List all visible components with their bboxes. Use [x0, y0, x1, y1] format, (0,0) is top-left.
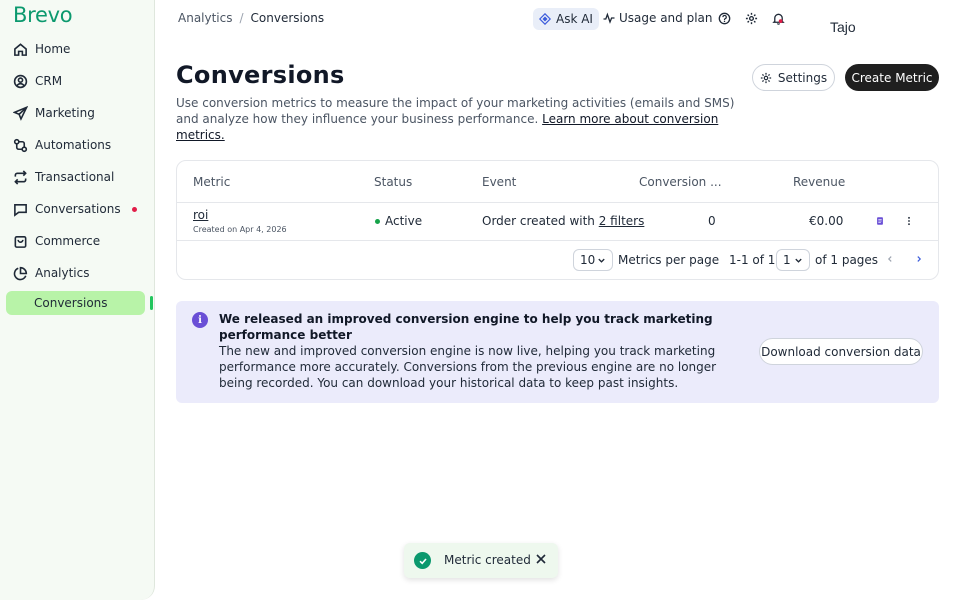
- chevron-down-icon: [598, 258, 605, 263]
- status-dot: [375, 219, 380, 224]
- check-circle-icon: [414, 552, 431, 569]
- home-icon: [12, 41, 28, 57]
- active-indicator: [150, 296, 153, 310]
- help-icon[interactable]: [717, 11, 731, 25]
- page-title: Conversions: [176, 61, 345, 89]
- more-options-icon[interactable]: [903, 215, 915, 227]
- metric-name-link[interactable]: roi: [193, 208, 208, 222]
- pages-label: of 1 pages: [815, 253, 879, 267]
- column-header-revenue[interactable]: Revenue: [793, 175, 845, 189]
- chevron-right-icon[interactable]: [913, 253, 925, 265]
- close-icon[interactable]: [534, 552, 548, 566]
- sidebar-item-label: Commerce: [35, 234, 101, 248]
- bell-icon[interactable]: [771, 11, 785, 25]
- sidebar-item-label: CRM: [35, 74, 63, 88]
- event-text: Order created with: [482, 214, 595, 228]
- sidebar-item-crm[interactable]: CRM: [0, 65, 155, 97]
- sparkle-icon: [539, 13, 551, 25]
- page-description: Use conversion metrics to measure the im…: [176, 95, 756, 143]
- notification-dot: [132, 207, 137, 212]
- info-icon: i: [192, 312, 208, 328]
- usage-label: Usage and plan: [619, 11, 713, 25]
- settings-label: Settings: [777, 70, 828, 85]
- ask-ai-button[interactable]: Ask AI: [533, 8, 599, 30]
- header-divider: [177, 202, 938, 203]
- chat-icon: [12, 201, 28, 217]
- send-icon: [12, 105, 28, 121]
- metrics-table: Metric Status Event Conversion ... Reven…: [176, 160, 939, 280]
- activity-icon: [603, 12, 615, 24]
- automation-icon: [12, 137, 28, 153]
- sidebar-item-label: Automations: [35, 138, 112, 152]
- gear-icon[interactable]: [744, 11, 758, 25]
- event-cell: Order created with 2 filters: [482, 214, 644, 228]
- sidebar-item-marketing[interactable]: Marketing: [0, 97, 155, 129]
- gear-icon: [760, 72, 772, 83]
- breadcrumb-separator: /: [239, 11, 244, 25]
- per-page-select[interactable]: 10: [573, 249, 613, 271]
- banner-title: We released an improved conversion engin…: [219, 312, 713, 342]
- settings-button[interactable]: Settings: [752, 64, 835, 91]
- create-metric-button[interactable]: Create Metric: [845, 64, 939, 91]
- metric-created-date: Created on Apr 4, 2026: [193, 225, 287, 234]
- usage-and-plan-button[interactable]: Usage and plan: [603, 11, 713, 25]
- column-header-metric[interactable]: Metric: [193, 175, 230, 189]
- chevron-down-icon: [795, 258, 802, 263]
- sidebar-item-transactional[interactable]: Transactional: [0, 161, 155, 193]
- ask-ai-label: Ask AI: [556, 12, 593, 26]
- pie-chart-icon: [12, 265, 28, 281]
- sidebar-item-commerce[interactable]: Commerce: [0, 225, 155, 257]
- app-window: Brevo Home CRM Marketing Automations Tra…: [0, 0, 960, 600]
- sidebar: Brevo Home CRM Marketing Automations Tra…: [0, 0, 155, 600]
- sidebar-item-analytics[interactable]: Analytics: [0, 257, 155, 289]
- column-header-status[interactable]: Status: [374, 175, 412, 189]
- column-header-event[interactable]: Event: [482, 175, 516, 189]
- page-value: 1: [783, 253, 791, 267]
- brevo-logo[interactable]: Brevo: [13, 3, 73, 27]
- sidebar-item-label: Transactional: [35, 170, 115, 184]
- per-page-value: 10: [580, 253, 596, 267]
- sidebar-subitem-conversions[interactable]: Conversions: [6, 291, 145, 315]
- breadcrumb-current: Conversions: [250, 11, 325, 25]
- document-icon[interactable]: [874, 215, 886, 227]
- filters-link[interactable]: 2 filters: [599, 214, 645, 228]
- chevron-left-icon[interactable]: [884, 253, 896, 265]
- sidebar-item-label: Conversations: [35, 202, 121, 216]
- info-banner: i We released an improved conversion eng…: [176, 301, 939, 403]
- conversion-count: 0: [708, 214, 716, 228]
- row-divider: [177, 240, 938, 241]
- sidebar-item-conversations[interactable]: Conversations: [0, 193, 155, 225]
- sidebar-item-home[interactable]: Home: [0, 33, 155, 65]
- pagination-range: 1-1 of 1: [729, 253, 776, 267]
- contact-icon: [12, 73, 28, 89]
- breadcrumb: Analytics / Conversions: [178, 11, 324, 25]
- sidebar-item-automations[interactable]: Automations: [0, 129, 155, 161]
- repeat-icon: [12, 169, 28, 185]
- shopping-bag-icon: [12, 233, 28, 249]
- banner-body: The new and improved conversion engine i…: [219, 344, 717, 390]
- sidebar-subitem-label: Conversions: [34, 296, 108, 310]
- toast-notification: Metric created: [404, 543, 558, 578]
- sidebar-nav: Home CRM Marketing Automations Transacti…: [0, 33, 155, 289]
- revenue-value: €0.00: [809, 214, 844, 228]
- status-badge: Active: [385, 214, 423, 228]
- download-conversion-data-button[interactable]: Download conversion data: [759, 338, 923, 365]
- per-page-label: Metrics per page: [618, 253, 720, 267]
- sidebar-item-label: Marketing: [35, 106, 95, 120]
- page-select[interactable]: 1: [776, 249, 810, 271]
- column-header-conversions[interactable]: Conversion ...: [639, 175, 722, 189]
- sidebar-item-label: Home: [35, 42, 71, 56]
- sidebar-item-label: Analytics: [35, 266, 90, 280]
- toast-message: Metric created: [444, 553, 531, 567]
- breadcrumb-analytics[interactable]: Analytics: [178, 11, 233, 25]
- user-menu[interactable]: Tajo: [830, 19, 856, 35]
